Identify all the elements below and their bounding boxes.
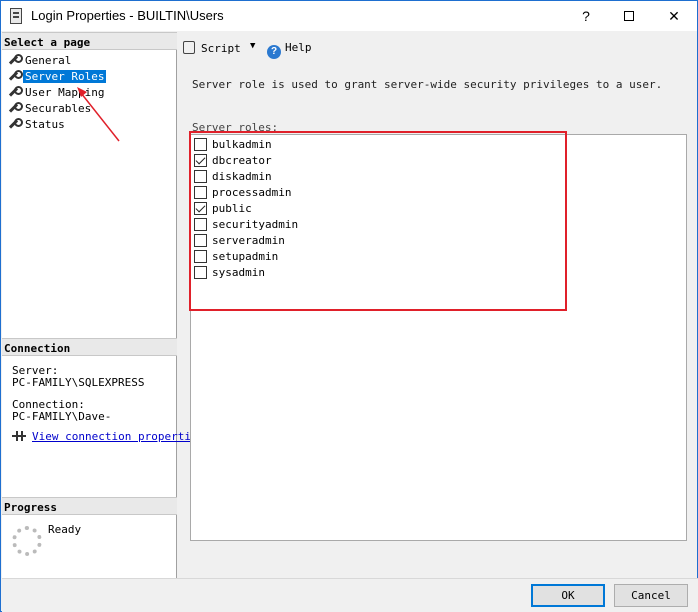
role-label: dbcreator [212, 154, 272, 167]
server-roles-list: bulkadmin dbcreator diskadmin processadm… [190, 134, 687, 541]
role-item-diskadmin[interactable]: diskadmin [194, 170, 272, 186]
script-label: Script [201, 42, 241, 55]
page-item-label: User Mapping [25, 86, 105, 99]
server-value: PC-FAMILY\SQLEXPRESS [12, 376, 145, 389]
view-connection-properties-link[interactable]: View connection properti [12, 430, 191, 443]
page-item-user-mapping[interactable]: User Mapping [8, 86, 106, 101]
select-page-header: Select a page [2, 32, 177, 50]
dialog-button-bar: OK Cancel [2, 578, 698, 612]
cancel-button[interactable]: Cancel [614, 584, 688, 607]
page-item-status[interactable]: Status [8, 118, 67, 133]
role-label: diskadmin [212, 170, 272, 183]
server-roles-label: Server roles: [192, 121, 279, 134]
role-label: bulkadmin [212, 138, 272, 151]
role-checkbox[interactable] [194, 234, 207, 247]
role-checkbox[interactable] [194, 250, 207, 263]
progress-header: Progress [2, 497, 177, 515]
maximize-button[interactable] [606, 1, 652, 31]
script-icon [183, 41, 195, 54]
wrench-icon [8, 86, 23, 98]
maximize-icon [624, 11, 634, 21]
connection-header: Connection [2, 338, 177, 356]
role-item-sysadmin[interactable]: sysadmin [194, 266, 265, 282]
role-item-securityadmin[interactable]: securityadmin [194, 218, 298, 234]
role-item-bulkadmin[interactable]: bulkadmin [194, 138, 272, 154]
role-checkbox[interactable] [194, 202, 207, 215]
page-item-server-roles[interactable]: Server Roles [8, 70, 107, 85]
role-checkbox[interactable] [194, 186, 207, 199]
role-item-processadmin[interactable]: processadmin [194, 186, 291, 202]
role-label: serveradmin [212, 234, 285, 247]
wrench-icon [8, 118, 23, 130]
connection-value: PC-FAMILY\Dave- [12, 410, 112, 423]
page-item-label: Securables [25, 102, 92, 115]
role-label: securityadmin [212, 218, 299, 231]
script-button[interactable]: Script [183, 41, 241, 55]
progress-spinner-icon [12, 526, 42, 556]
role-item-setupadmin[interactable]: setupadmin [194, 250, 278, 266]
window-help-button[interactable]: ? [563, 1, 609, 31]
page-item-label: General [25, 54, 72, 67]
app-icon [10, 8, 22, 24]
page-item-label: Server Roles [23, 70, 107, 83]
script-dropdown-icon[interactable]: ▼ [250, 41, 255, 51]
role-checkbox[interactable] [194, 218, 207, 231]
role-item-dbcreator[interactable]: dbcreator [194, 154, 272, 170]
plug-icon [12, 430, 26, 442]
role-checkbox[interactable] [194, 138, 207, 151]
help-label: Help [285, 41, 312, 54]
login-properties-window: Login Properties - BUILTIN\Users ? ✕ Sel… [0, 0, 698, 612]
role-label: sysadmin [212, 266, 265, 279]
role-checkbox[interactable] [194, 266, 207, 279]
wrench-icon [8, 102, 23, 114]
role-label: setupadmin [212, 250, 279, 263]
window-title: Login Properties - BUILTIN\Users [31, 8, 224, 23]
wrench-icon [8, 54, 23, 66]
role-item-serveradmin[interactable]: serveradmin [194, 234, 285, 250]
left-pane: Select a page General Server Roles User … [2, 32, 191, 578]
role-label: public [212, 202, 252, 215]
progress-status: Ready [48, 523, 82, 536]
role-checkbox[interactable] [194, 170, 207, 183]
close-button[interactable]: ✕ [651, 1, 697, 31]
server-role-description: Server role is used to grant server-wide… [192, 78, 663, 91]
page-item-label: Status [25, 118, 65, 131]
page-item-securables[interactable]: Securables [8, 102, 93, 117]
ok-button[interactable]: OK [531, 584, 605, 607]
role-item-public[interactable]: public [194, 202, 252, 218]
help-icon: ? [267, 45, 281, 59]
role-checkbox[interactable] [194, 154, 207, 167]
page-item-general[interactable]: General [8, 54, 73, 69]
help-button[interactable]: ? Help [267, 41, 312, 59]
wrench-icon [8, 70, 23, 82]
title-bar[interactable]: Login Properties - BUILTIN\Users ? ✕ [1, 1, 697, 31]
view-connection-properties-label: View connection properti [32, 430, 191, 443]
role-label: processadmin [212, 186, 292, 199]
